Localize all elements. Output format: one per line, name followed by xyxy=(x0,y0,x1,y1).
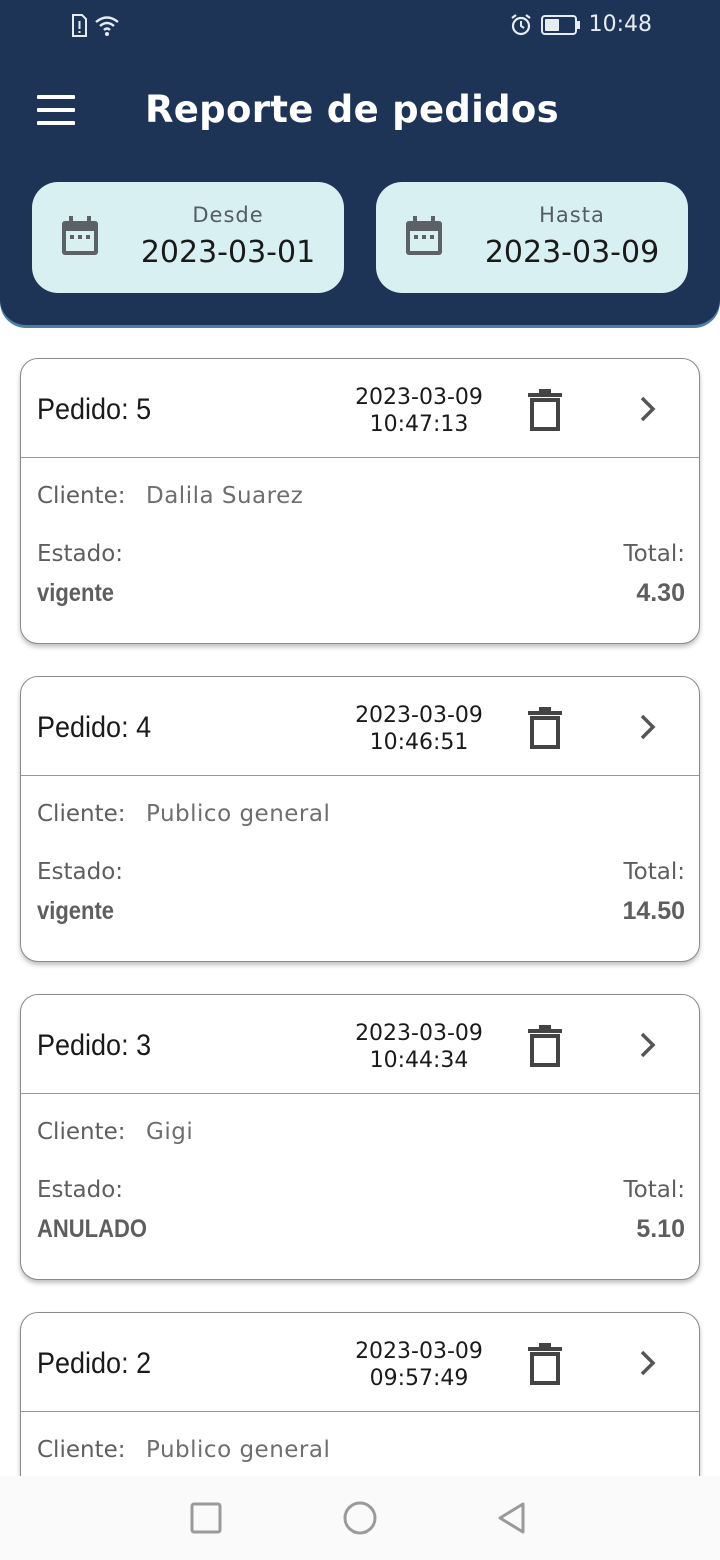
total-value: 14.50 xyxy=(622,897,685,925)
order-datetime: 2023-03-09 10:44:34 xyxy=(339,1020,499,1074)
chevron-right-icon[interactable] xyxy=(633,1029,663,1061)
order-card[interactable]: Pedido: 4 2023-03-09 10:46:51 Cliente: P… xyxy=(20,676,700,962)
order-card-header: Pedido: 4 2023-03-09 10:46:51 xyxy=(21,677,699,776)
date-from-label: Desde xyxy=(192,203,264,227)
total-value: 4.30 xyxy=(636,579,685,607)
order-date: 2023-03-09 xyxy=(355,1339,483,1364)
order-number: Pedido: 2 xyxy=(37,1347,152,1380)
date-to-picker[interactable]: Hasta 2023-03-09 xyxy=(376,182,688,293)
status-time: 10:48 xyxy=(588,12,652,37)
delete-trash-icon[interactable] xyxy=(525,1343,565,1385)
date-from-value: 2023-03-01 xyxy=(140,235,316,270)
sim-alert-icon xyxy=(72,14,87,37)
calendar-icon xyxy=(62,216,98,255)
total-label: Total: xyxy=(623,859,685,885)
estado-label: Estado: xyxy=(37,1177,124,1203)
order-datetime: 2023-03-09 10:47:13 xyxy=(339,384,499,438)
total-label: Total: xyxy=(623,541,685,567)
hamburger-menu-icon[interactable] xyxy=(30,88,82,132)
wifi-icon xyxy=(95,16,119,36)
cliente-label: Cliente: xyxy=(37,1437,126,1463)
order-card-header: Pedido: 3 2023-03-09 10:44:34 xyxy=(21,995,699,1094)
cliente-label: Cliente: xyxy=(37,1119,126,1145)
order-date: 2023-03-09 xyxy=(355,1021,483,1046)
order-datetime: 2023-03-09 09:57:49 xyxy=(339,1338,499,1392)
battery-icon xyxy=(540,14,580,35)
cliente-value: Dalila Suarez xyxy=(146,483,304,509)
order-card[interactable]: Pedido: 2 2023-03-09 09:57:49 Cliente: P… xyxy=(20,1312,700,1476)
app-header: 10:48 Reporte de pedidos Desde 2023-03-0… xyxy=(0,0,720,325)
total-label: Total: xyxy=(623,1177,685,1203)
cliente-label: Cliente: xyxy=(37,801,126,827)
cliente-value: Gigi xyxy=(146,1119,194,1145)
total-value: 5.10 xyxy=(636,1215,685,1243)
order-time: 10:44:34 xyxy=(369,1048,469,1073)
estado-label: Estado: xyxy=(37,541,124,567)
orders-list[interactable]: Pedido: 5 2023-03-09 10:47:13 Cliente: D… xyxy=(0,325,720,1476)
order-time: 10:46:51 xyxy=(369,730,469,755)
cliente-value: Publico general xyxy=(146,801,331,827)
order-datetime: 2023-03-09 10:46:51 xyxy=(339,702,499,756)
status-bar: 10:48 xyxy=(0,0,720,56)
order-time: 09:57:49 xyxy=(369,1366,469,1391)
cliente-label: Cliente: xyxy=(37,483,126,509)
alarm-icon xyxy=(510,13,531,35)
order-card-header: Pedido: 5 2023-03-09 10:47:13 xyxy=(21,359,699,458)
order-card[interactable]: Pedido: 3 2023-03-09 10:44:34 Cliente: G… xyxy=(20,994,700,1280)
delete-trash-icon[interactable] xyxy=(525,389,565,431)
delete-trash-icon[interactable] xyxy=(525,1025,565,1067)
chevron-right-icon[interactable] xyxy=(633,711,663,743)
page-title: Reporte de pedidos xyxy=(145,88,559,131)
order-card[interactable]: Pedido: 5 2023-03-09 10:47:13 Cliente: D… xyxy=(20,358,700,644)
back-triangle-icon[interactable] xyxy=(492,1498,532,1538)
estado-label: Estado: xyxy=(37,859,124,885)
order-date: 2023-03-09 xyxy=(355,703,483,728)
order-number: Pedido: 4 xyxy=(37,711,152,744)
date-to-label: Hasta xyxy=(539,203,605,227)
delete-trash-icon[interactable] xyxy=(525,707,565,749)
order-time: 10:47:13 xyxy=(369,412,469,437)
calendar-icon xyxy=(406,216,442,255)
order-card-header: Pedido: 2 2023-03-09 09:57:49 xyxy=(21,1313,699,1412)
chevron-right-icon[interactable] xyxy=(633,393,663,425)
app-bar: Reporte de pedidos xyxy=(0,70,720,150)
order-number: Pedido: 3 xyxy=(37,1029,152,1062)
system-nav-bar xyxy=(0,1476,720,1560)
date-to-value: 2023-03-09 xyxy=(484,235,660,270)
estado-value: vigente xyxy=(37,579,115,607)
home-circle-icon[interactable] xyxy=(340,1498,380,1538)
estado-value: vigente xyxy=(37,897,115,925)
date-from-picker[interactable]: Desde 2023-03-01 xyxy=(32,182,344,293)
chevron-right-icon[interactable] xyxy=(633,1347,663,1379)
order-date: 2023-03-09 xyxy=(355,385,483,410)
order-number: Pedido: 5 xyxy=(37,393,152,426)
estado-value: ANULADO xyxy=(37,1215,147,1243)
recents-square-icon[interactable] xyxy=(186,1498,226,1538)
cliente-value: Publico general xyxy=(146,1437,331,1463)
